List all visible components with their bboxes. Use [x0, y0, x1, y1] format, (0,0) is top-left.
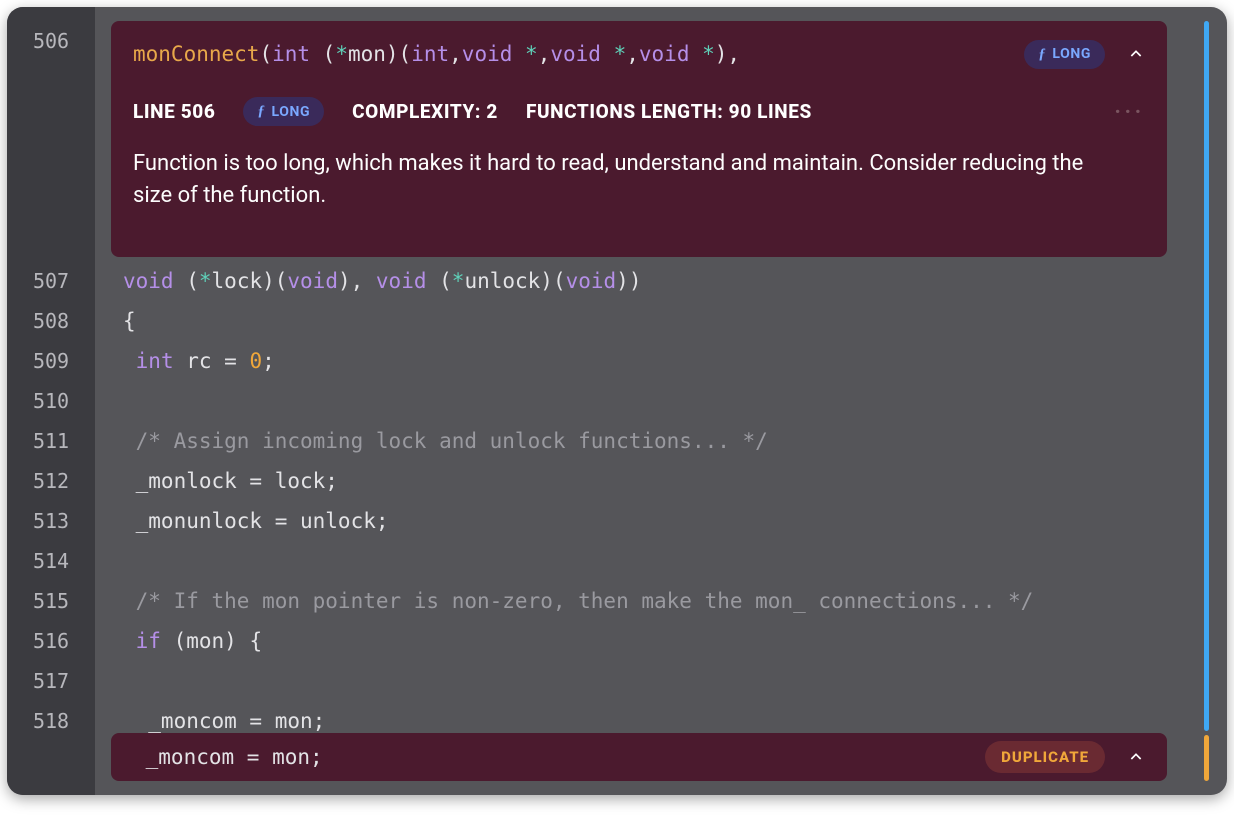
- issue-badge-duplicate[interactable]: DUPLICATE: [985, 741, 1105, 773]
- line-number: 511: [7, 421, 95, 461]
- function-signature: monConnect(int (*mon)(int,void *,void *,…: [133, 42, 740, 66]
- scroll-marker-duplicate[interactable]: [1204, 735, 1209, 781]
- line-number: 513: [7, 501, 95, 541]
- issue-badge-long[interactable]: ƒ LONG: [1024, 40, 1105, 69]
- issue-card-long-function[interactable]: monConnect(int (*mon)(int,void *,void *,…: [111, 21, 1167, 257]
- line-number: 512: [7, 461, 95, 501]
- code-line: /* If the mon pointer is non-zero, then …: [123, 581, 1033, 621]
- line-number: 509: [7, 341, 95, 381]
- line-number: 514: [7, 541, 95, 581]
- code-line: int rc = 0;: [123, 341, 275, 381]
- duplicate-code-preview: _moncom = mon;: [133, 745, 985, 769]
- badge-label: LONG: [1052, 46, 1091, 62]
- chevron-up-icon: [1128, 46, 1144, 62]
- code-area: void (*lock)(void), void (*unlock)(void)…: [111, 261, 1187, 723]
- expand-duplicate-button[interactable]: [1127, 748, 1145, 766]
- line-number: 508: [7, 301, 95, 341]
- line-number: 517: [7, 661, 95, 701]
- code-analysis-panel: 506 507 508 509 510 511 512 513 514 515 …: [7, 7, 1227, 795]
- function-icon: ƒ: [1038, 46, 1046, 63]
- code-line: /* Assign incoming lock and unlock funct…: [123, 421, 768, 461]
- line-number: 510: [7, 381, 95, 421]
- complexity-label: COMPLEXITY: 2: [352, 100, 498, 123]
- code-line: void (*lock)(void), void (*unlock)(void)…: [123, 261, 641, 301]
- line-label: LINE 506: [133, 100, 215, 123]
- issue-card-header: monConnect(int (*mon)(int,void *,void *,…: [133, 39, 1145, 69]
- code-line: _monlock = lock;: [123, 461, 338, 501]
- function-icon: ƒ: [257, 103, 265, 120]
- issue-meta-row: LINE 506 ƒ LONG COMPLEXITY: 2 FUNCTIONS …: [133, 97, 1145, 126]
- line-number: 507: [7, 261, 95, 301]
- code-line: _monunlock = unlock;: [123, 501, 389, 541]
- line-number: 518: [7, 701, 95, 741]
- issue-badge-long-inline[interactable]: ƒ LONG: [243, 97, 324, 126]
- line-number-gutter: 506 507 508 509 510 511 512 513 514 515 …: [7, 7, 95, 795]
- badge-label: LONG: [272, 104, 311, 120]
- line-number: 506: [7, 21, 95, 61]
- chevron-up-icon: [1128, 749, 1144, 765]
- line-number: 515: [7, 581, 95, 621]
- code-line: {: [123, 301, 136, 341]
- function-length-label: FUNCTIONS LENGTH: 90 LINES: [526, 100, 812, 123]
- issue-more-menu[interactable]: ···: [1115, 100, 1145, 123]
- issue-card-duplicate[interactable]: _moncom = mon; DUPLICATE: [111, 733, 1167, 781]
- collapse-issue-button[interactable]: [1127, 45, 1145, 63]
- issue-description: Function is too long, which makes it har…: [133, 148, 1093, 212]
- line-number: 516: [7, 621, 95, 661]
- scroll-marker-issue[interactable]: [1204, 21, 1209, 731]
- code-line: if (mon) {: [123, 621, 262, 661]
